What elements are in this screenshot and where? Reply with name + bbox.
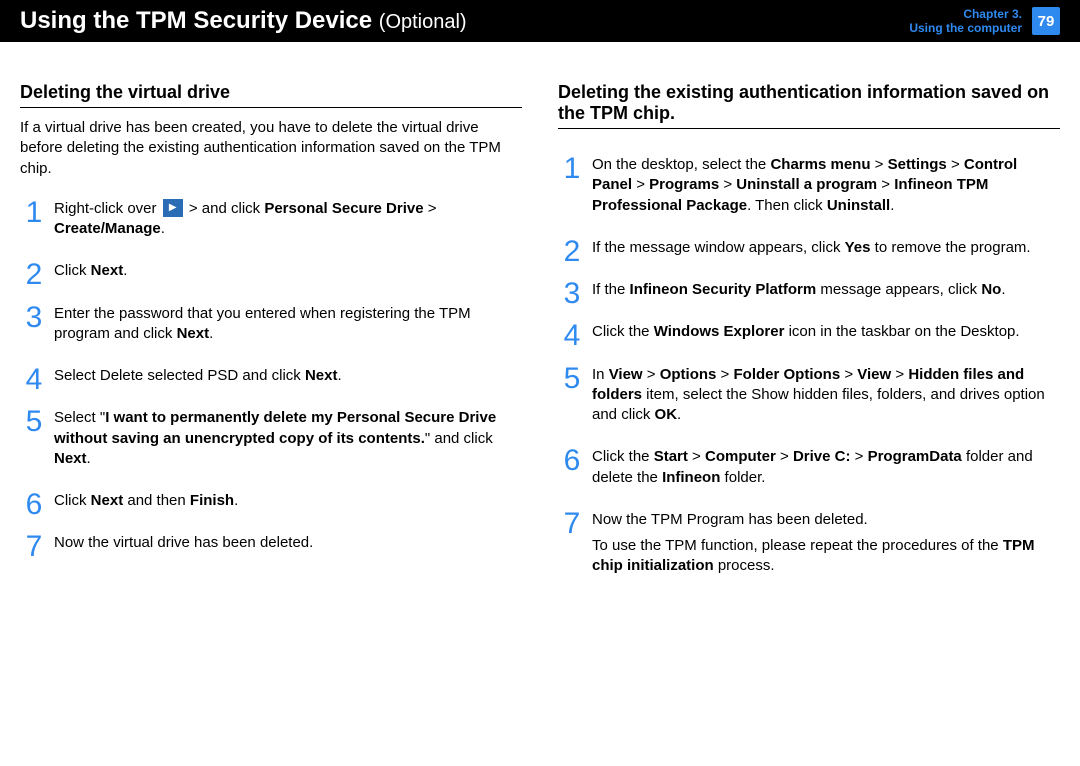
chapter-info: Chapter 3. Using the computer (909, 7, 1022, 36)
left-step-4: Select Delete selected PSD and click Nex… (20, 366, 522, 386)
left-steps: Right-click over ▶ > and click Personal … (20, 199, 522, 554)
right-step-7-extra: To use the TPM function, please repeat t… (592, 536, 1060, 577)
left-step-1: Right-click over ▶ > and click Personal … (20, 199, 522, 240)
title-main: Using the TPM Security Device (20, 7, 372, 34)
left-step-3: Enter the password that you entered when… (20, 304, 522, 345)
left-step-2: Click Next. (20, 261, 522, 281)
page-header: Using the TPM Security Device (Optional)… (0, 0, 1080, 42)
right-column: Deleting the existing authentication inf… (558, 82, 1060, 599)
right-section-title: Deleting the existing authentication inf… (558, 82, 1060, 129)
content-columns: Deleting the virtual drive If a virtual … (0, 42, 1080, 619)
right-steps: On the desktop, select the Charms menu >… (558, 155, 1060, 577)
right-step-2: If the message window appears, click Yes… (558, 238, 1060, 258)
left-step-7: Now the virtual drive has been deleted. (20, 533, 522, 553)
right-step-3: If the Infineon Security Platform messag… (558, 280, 1060, 300)
left-step-6: Click Next and then Finish. (20, 491, 522, 511)
left-step-5: Select "I want to permanently delete my … (20, 408, 522, 469)
left-column: Deleting the virtual drive If a virtual … (20, 82, 522, 599)
chapter-label: Chapter 3. (909, 7, 1022, 21)
left-intro: If a virtual drive has been created, you… (20, 118, 522, 179)
page-number-badge: 79 (1032, 7, 1060, 35)
chapter-subtitle: Using the computer (909, 21, 1022, 35)
page-title: Using the TPM Security Device (Optional) (20, 7, 467, 35)
header-right: Chapter 3. Using the computer 79 (909, 7, 1060, 36)
title-optional: (Optional) (379, 11, 467, 33)
left-section-title: Deleting the virtual drive (20, 82, 522, 108)
play-icon: ▶ (163, 199, 183, 217)
right-step-7: Now the TPM Program has been deleted. To… (558, 510, 1060, 577)
right-step-5: In View > Options > Folder Options > Vie… (558, 365, 1060, 426)
right-step-1: On the desktop, select the Charms menu >… (558, 155, 1060, 216)
right-step-6: Click the Start > Computer > Drive C: > … (558, 447, 1060, 488)
right-step-4: Click the Windows Explorer icon in the t… (558, 322, 1060, 342)
